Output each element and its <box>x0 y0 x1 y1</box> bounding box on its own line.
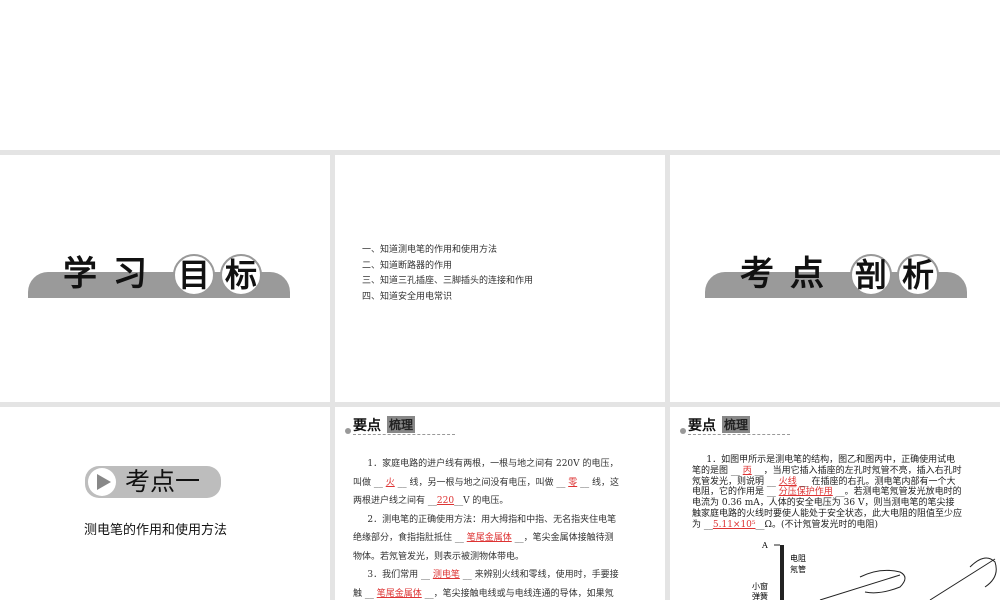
title-char: 目 <box>173 254 215 296</box>
title-char: 考 <box>740 254 774 294</box>
paragraph: 1．家庭电路的进户线有两根，一根与地之间有 220V 的电压，叫做 __ 火 _… <box>353 455 621 511</box>
goal-item: 二、知道断路器的作用 <box>362 260 453 271</box>
header-tag: 梳理 <box>387 416 416 433</box>
figure-label: 小窗 <box>752 581 768 591</box>
answer-blank: 笔尾金属体 <box>376 588 422 599</box>
text-segment: __Ω。(不计氖管发光时的电阻) <box>755 519 879 530</box>
summary-text: 1．家庭电路的进户线有两根，一根与地之间有 220V 的电压，叫做 __ 火 _… <box>353 455 621 600</box>
slide-summary-2[interactable]: 要点 梳理 1．如图甲所示是测电笔的结构，图乙和图丙中，正确使用试电笔的是图 _… <box>670 407 1000 600</box>
answer-blank: 分压保护作用 <box>778 487 833 498</box>
slide-learning-goals-title[interactable]: 学 习 目 标 <box>0 155 330 402</box>
title-char: 学 <box>63 254 97 294</box>
section-header: 要点 梳理 <box>345 415 455 437</box>
dot-icon <box>680 428 686 434</box>
badge-label: 考点一 <box>125 467 201 496</box>
answer-blank: 火线 <box>778 476 797 487</box>
text-segment: __ 线，另一根与地之间没有电压，叫做 __ <box>394 477 569 488</box>
answer-blank: 笔尾金属体 <box>466 533 512 543</box>
header-text: 要点 <box>353 418 381 434</box>
figure-label: A <box>761 541 768 550</box>
section-header: 要点 梳理 <box>680 415 790 437</box>
slide-summary-1[interactable]: 要点 梳理 1．家庭电路的进户线有两根，一根与地之间有 220V 的电压，叫做 … <box>335 407 665 600</box>
paragraph: 1．如图甲所示是测电笔的结构，图乙和图丙中，正确使用试电笔的是图 __ 丙 __… <box>692 455 962 531</box>
play-icon <box>88 468 116 496</box>
title-banner: 考 点 剖 析 <box>705 253 967 298</box>
answer-blank: 测电笔 <box>432 570 460 580</box>
figure-label: 电阻 <box>790 553 806 563</box>
title-char: 标 <box>220 254 262 296</box>
header-tag: 梳理 <box>722 416 751 433</box>
answer-blank: 丙 <box>742 465 752 476</box>
figure-label: 氖管 <box>790 564 806 574</box>
key-point-subtitle: 测电笔的作用和使用方法 <box>84 523 228 538</box>
goal-item: 三、知道三孔插座、三脚插头的连接和作用 <box>362 276 534 286</box>
slide-analysis-title[interactable]: 考 点 剖 析 <box>670 155 1000 402</box>
text-segment: 3．我们常用 __ <box>367 570 433 580</box>
figure-label: 弹簧 <box>752 591 768 600</box>
title-char: 剖 <box>850 254 892 296</box>
title-char: 点 <box>790 254 824 294</box>
slide-key-point-one[interactable]: 考点一 测电笔的作用和使用方法 <box>0 407 330 600</box>
title-char: 析 <box>897 254 939 296</box>
text-segment: __V 的电压。 <box>454 496 509 506</box>
answer-blank: 220 <box>436 496 455 506</box>
test-pen-figure: A 电阻 氖管 小窗 弹簧 <box>752 541 997 600</box>
answer-blank: 零 <box>568 477 578 488</box>
dot-icon <box>345 428 351 434</box>
key-point-badge: 考点一 <box>85 466 221 498</box>
blank-top-area <box>0 0 1000 150</box>
title-char: 习 <box>113 254 147 294</box>
answer-blank: 火 <box>385 477 395 488</box>
answer-blank: 5.11×10⁵ <box>712 519 756 530</box>
goals-list: 一、知道测电笔的作用和使用方法 二、知道断路器的作用 三、知道三孔插座、三脚插头… <box>362 243 533 305</box>
goal-item: 四、知道安全用电常识 <box>362 291 453 302</box>
goal-item: 一、知道测电笔的作用和使用方法 <box>362 245 498 255</box>
title-banner: 学 习 目 标 <box>28 253 290 298</box>
exercise-text: 1．如图甲所示是测电笔的结构，图乙和图丙中，正确使用试电笔的是图 __ 丙 __… <box>692 455 962 531</box>
paragraph: 2．测电笔的正确使用方法：用大拇指和中指、无名指夹住电笔绝缘部分，食指指肚抵住 … <box>353 511 621 567</box>
paragraph: 3．我们常用 __ 测电笔 __ 来辨别火线和零线，使用时，手要接触 __ 笔尾… <box>353 566 621 600</box>
slide-goals-list[interactable]: 一、知道测电笔的作用和使用方法 二、知道断路器的作用 三、知道三孔插座、三脚插头… <box>335 155 665 402</box>
header-text: 要点 <box>688 418 716 434</box>
